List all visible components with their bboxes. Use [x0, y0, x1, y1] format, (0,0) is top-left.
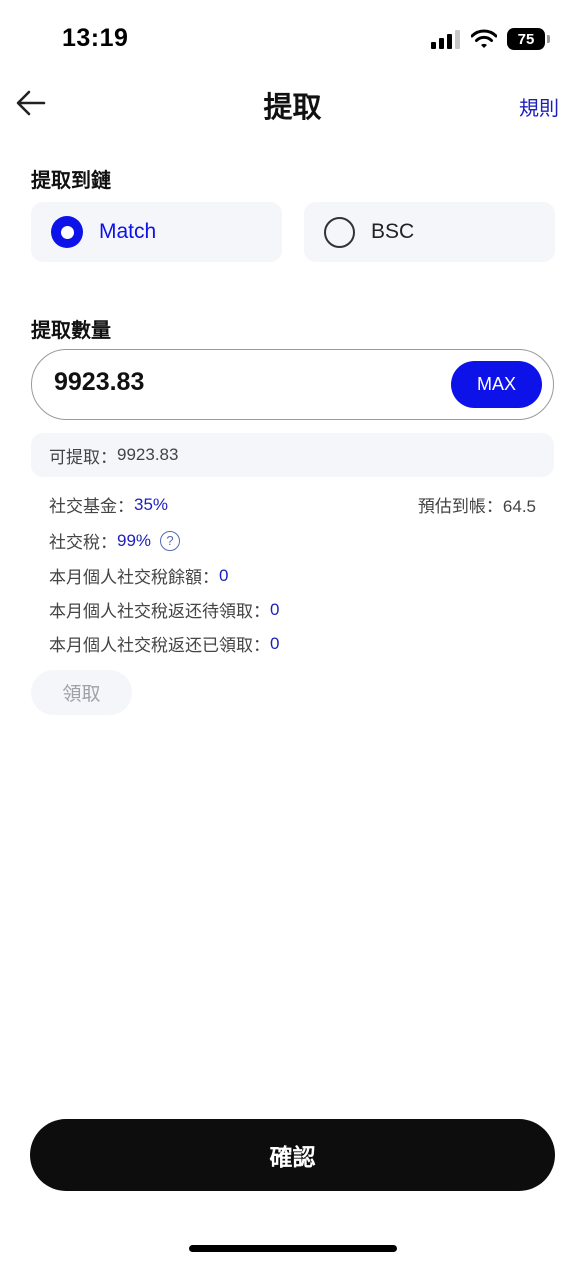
battery-icon: 75 [507, 28, 550, 50]
question-circle-icon[interactable]: ? [160, 530, 181, 551]
monthly-balance-label: 本月個人社交稅餘額： [49, 568, 219, 587]
claimed-refund-row: 本月個人社交稅返还已領取： 0 [49, 631, 279, 656]
battery-level: 75 [517, 30, 535, 48]
chain-option-bsc[interactable]: BSC [304, 202, 555, 262]
chain-option-label: BSC [371, 220, 415, 243]
chain-section-label: 提取到鏈 [31, 170, 111, 192]
social-tax-label: 社交稅： [49, 533, 117, 552]
rules-link[interactable]: 規則 [519, 92, 559, 121]
chain-option-label: Match [99, 220, 157, 243]
pending-refund-label: 本月個人社交稅返还待領取： [49, 602, 270, 621]
cellular-signal-icon [431, 30, 460, 49]
monthly-balance-row: 本月個人社交稅餘額： 0 [49, 563, 228, 588]
claimed-refund-label: 本月個人社交稅返还已領取： [49, 636, 270, 655]
status-time: 13:19 [62, 24, 129, 52]
estimate-row: 預估到帳：64.5 [418, 492, 536, 517]
chain-option-match[interactable]: Match [31, 202, 282, 262]
claim-button[interactable]: 領取 [31, 670, 132, 715]
social-tax-row: 社交稅： 99% ? [49, 528, 181, 553]
radio-unselected-icon [324, 216, 355, 248]
pending-refund-value: 0 [270, 599, 280, 619]
page-title: 提取 [263, 92, 322, 124]
amount-input[interactable] [54, 368, 414, 397]
nav-bar: 提取 規則 [0, 78, 585, 128]
max-button[interactable]: MAX [451, 361, 542, 408]
amount-field: MAX [31, 349, 554, 420]
monthly-balance-value: 0 [219, 565, 229, 585]
social-fund-row: 社交基金： 35% [49, 492, 168, 517]
social-fund-value: 35% [134, 494, 169, 514]
available-amount: 可提取： 9923.83 [31, 433, 554, 477]
home-indicator [189, 1245, 397, 1252]
estimate-label: 預估到帳： [417, 497, 503, 516]
social-tax-value: 99% [117, 530, 152, 550]
status-bar: 13:19 75 [0, 0, 585, 78]
estimate-value: 64.5 [502, 497, 536, 516]
social-fund-label: 社交基金： [49, 497, 134, 516]
arrow-left-icon [16, 90, 46, 116]
confirm-button[interactable]: 確認 [30, 1119, 555, 1191]
claimed-refund-value: 0 [270, 633, 280, 653]
available-label: 可提取： [49, 447, 117, 467]
available-value: 9923.83 [117, 445, 179, 464]
wifi-icon [471, 29, 497, 48]
status-icons: 75 [431, 28, 550, 50]
back-button[interactable] [14, 86, 48, 120]
amount-section-label: 提取數量 [31, 320, 111, 342]
pending-refund-row: 本月個人社交稅返还待領取： 0 [49, 597, 279, 622]
radio-selected-icon [51, 216, 83, 248]
